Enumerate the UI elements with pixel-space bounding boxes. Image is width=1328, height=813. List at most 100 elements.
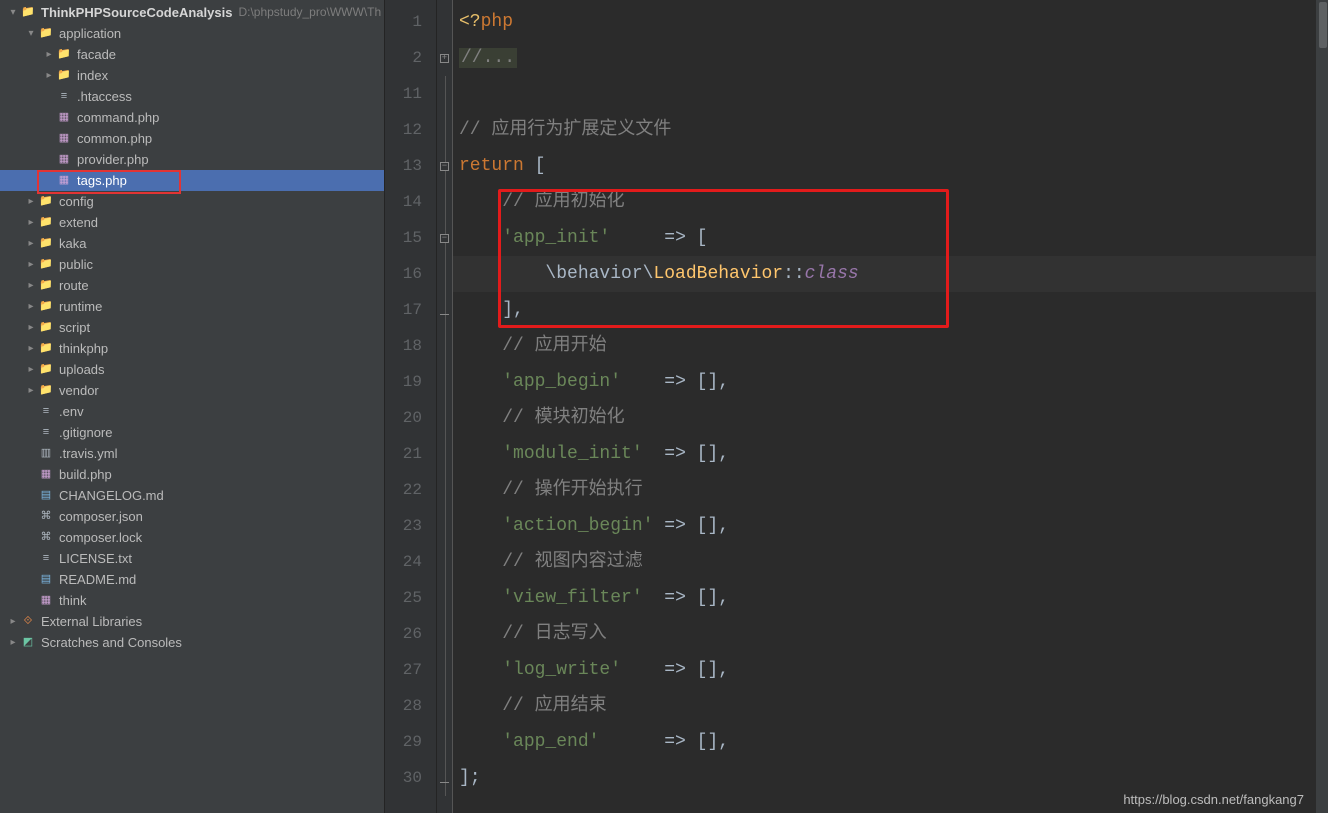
- tree-row-license-txt[interactable]: ≡LICENSE.txt: [0, 548, 384, 569]
- tree-row-changelog-md[interactable]: ▤CHANGELOG.md: [0, 485, 384, 506]
- code-line[interactable]: // 操作开始执行: [453, 472, 1316, 508]
- code-line[interactable]: \behavior\LoadBehavior::class: [453, 256, 1316, 292]
- code-token: 'module_init': [502, 444, 642, 464]
- chevron-right-icon[interactable]: ▸: [24, 212, 38, 233]
- code-line[interactable]: ];: [453, 760, 1316, 796]
- project-tree-panel[interactable]: ▾📁ThinkPHPSourceCodeAnalysisD:\phpstudy_…: [0, 0, 385, 813]
- fold-guide: [437, 256, 452, 292]
- code-line[interactable]: 'action_begin' => [],: [453, 508, 1316, 544]
- tree-row-provider-php[interactable]: ▦provider.php: [0, 149, 384, 170]
- fold-guide: [437, 400, 452, 436]
- code-token: [621, 660, 664, 680]
- code-token: [599, 732, 664, 752]
- tree-row--gitignore[interactable]: ≡.gitignore: [0, 422, 384, 443]
- tree-row-common-php[interactable]: ▦common.php: [0, 128, 384, 149]
- code-line[interactable]: 'app_end' => [],: [453, 724, 1316, 760]
- tree-row-runtime[interactable]: ▸📁runtime: [0, 296, 384, 317]
- chevron-right-icon[interactable]: ▸: [24, 338, 38, 359]
- fold-guide: [437, 184, 452, 220]
- tree-row-composer-lock[interactable]: ⌘composer.lock: [0, 527, 384, 548]
- chevron-right-icon[interactable]: ▸: [6, 611, 20, 632]
- fold-collapse-icon[interactable]: −: [437, 148, 452, 184]
- tree-row-route[interactable]: ▸📁route: [0, 275, 384, 296]
- tree-row-extend[interactable]: ▸📁extend: [0, 212, 384, 233]
- code-line[interactable]: // 应用初始化: [453, 184, 1316, 220]
- line-number: 2: [385, 40, 436, 76]
- chevron-right-icon[interactable]: ▸: [24, 317, 38, 338]
- code-area[interactable]: <?php//... // 应用行为扩展定义文件 return [ // 应用初始化…: [453, 0, 1316, 813]
- tree-row--travis-yml[interactable]: ▥.travis.yml: [0, 443, 384, 464]
- code-line[interactable]: 'log_write' => [],: [453, 652, 1316, 688]
- fold-strip[interactable]: + − −: [437, 0, 453, 813]
- code-token: [],: [686, 444, 729, 464]
- code-line[interactable]: <?php: [453, 4, 1316, 40]
- code-line[interactable]: // 应用行为扩展定义文件: [453, 112, 1316, 148]
- tree-row-tags-php[interactable]: ▦tags.php: [0, 170, 384, 191]
- code-line[interactable]: // 应用结束: [453, 688, 1316, 724]
- code-line[interactable]: // 视图内容过滤: [453, 544, 1316, 580]
- tree-row-config[interactable]: ▸📁config: [0, 191, 384, 212]
- chevron-right-icon[interactable]: ▸: [42, 44, 56, 65]
- code-token: php: [481, 12, 513, 32]
- code-line[interactable]: // 应用开始: [453, 328, 1316, 364]
- tree-row-composer-json[interactable]: ⌘composer.json: [0, 506, 384, 527]
- chevron-down-icon[interactable]: ▾: [6, 2, 20, 23]
- tree-row-vendor[interactable]: ▸📁vendor: [0, 380, 384, 401]
- chevron-right-icon[interactable]: ▸: [24, 191, 38, 212]
- code-token: // 应用行为扩展定义文件: [459, 120, 671, 140]
- chevron-right-icon[interactable]: ▸: [6, 632, 20, 653]
- tree-row-build-php[interactable]: ▦build.php: [0, 464, 384, 485]
- chevron-right-icon[interactable]: ▸: [24, 275, 38, 296]
- chevron-right-icon[interactable]: ▸: [24, 380, 38, 401]
- code-token: LoadBehavior: [653, 264, 783, 284]
- tree-row-public[interactable]: ▸📁public: [0, 254, 384, 275]
- code-token: [],: [686, 732, 729, 752]
- code-line[interactable]: 'view_filter' => [],: [453, 580, 1316, 616]
- code-token: // 模块初始化: [502, 408, 624, 428]
- code-token: return: [459, 156, 524, 176]
- code-token: 'app_begin': [502, 372, 621, 392]
- chevron-right-icon[interactable]: ▸: [24, 296, 38, 317]
- code-line[interactable]: ],: [453, 292, 1316, 328]
- tree-row-index[interactable]: ▸📁index: [0, 65, 384, 86]
- tree-row-scratches-and-consoles[interactable]: ▸◩Scratches and Consoles: [0, 632, 384, 653]
- chevron-right-icon[interactable]: ▸: [24, 359, 38, 380]
- tree-row-readme-md[interactable]: ▤README.md: [0, 569, 384, 590]
- chevron-right-icon[interactable]: ▸: [24, 233, 38, 254]
- tree-row-external-libraries[interactable]: ▸⟐External Libraries: [0, 611, 384, 632]
- code-line[interactable]: // 日志写入: [453, 616, 1316, 652]
- tree-row-application[interactable]: ▾📁application: [0, 23, 384, 44]
- tree-item-label: index: [77, 65, 108, 86]
- tree-row-facade[interactable]: ▸📁facade: [0, 44, 384, 65]
- code-token: [],: [686, 372, 729, 392]
- tree-row-kaka[interactable]: ▸📁kaka: [0, 233, 384, 254]
- fold-expand-icon[interactable]: +: [437, 40, 452, 76]
- chevron-down-icon[interactable]: ▾: [24, 23, 38, 44]
- line-number: 26: [385, 616, 436, 652]
- code-line[interactable]: 'app_init' => [: [453, 220, 1316, 256]
- code-line[interactable]: return [: [453, 148, 1316, 184]
- code-line[interactable]: //...: [453, 40, 1316, 76]
- fold-collapse-icon[interactable]: −: [437, 220, 452, 256]
- tree-row-thinkphpsourcecodeanalysis[interactable]: ▾📁ThinkPHPSourceCodeAnalysisD:\phpstudy_…: [0, 2, 384, 23]
- tree-row-command-php[interactable]: ▦command.php: [0, 107, 384, 128]
- tree-row-thinkphp[interactable]: ▸📁thinkphp: [0, 338, 384, 359]
- chevron-right-icon[interactable]: ▸: [24, 254, 38, 275]
- line-number: 20: [385, 400, 436, 436]
- tree-row-think[interactable]: ▦think: [0, 590, 384, 611]
- code-token: [],: [686, 588, 729, 608]
- tree-row--htaccess[interactable]: ≡.htaccess: [0, 86, 384, 107]
- code-editor[interactable]: 1211121314151617181920212223242526272829…: [385, 0, 1328, 813]
- code-line[interactable]: 'module_init' => [],: [453, 436, 1316, 472]
- tree-row--env[interactable]: ≡.env: [0, 401, 384, 422]
- scrollbar-thumb[interactable]: [1319, 2, 1327, 48]
- code-line[interactable]: [453, 76, 1316, 112]
- code-line[interactable]: 'app_begin' => [],: [453, 364, 1316, 400]
- md-icon: ▤: [38, 488, 54, 504]
- chevron-right-icon[interactable]: ▸: [42, 65, 56, 86]
- code-line[interactable]: // 模块初始化: [453, 400, 1316, 436]
- tree-row-script[interactable]: ▸📁script: [0, 317, 384, 338]
- tree-row-uploads[interactable]: ▸📁uploads: [0, 359, 384, 380]
- php-icon: ▦: [38, 467, 54, 483]
- vertical-scrollbar[interactable]: [1316, 0, 1328, 813]
